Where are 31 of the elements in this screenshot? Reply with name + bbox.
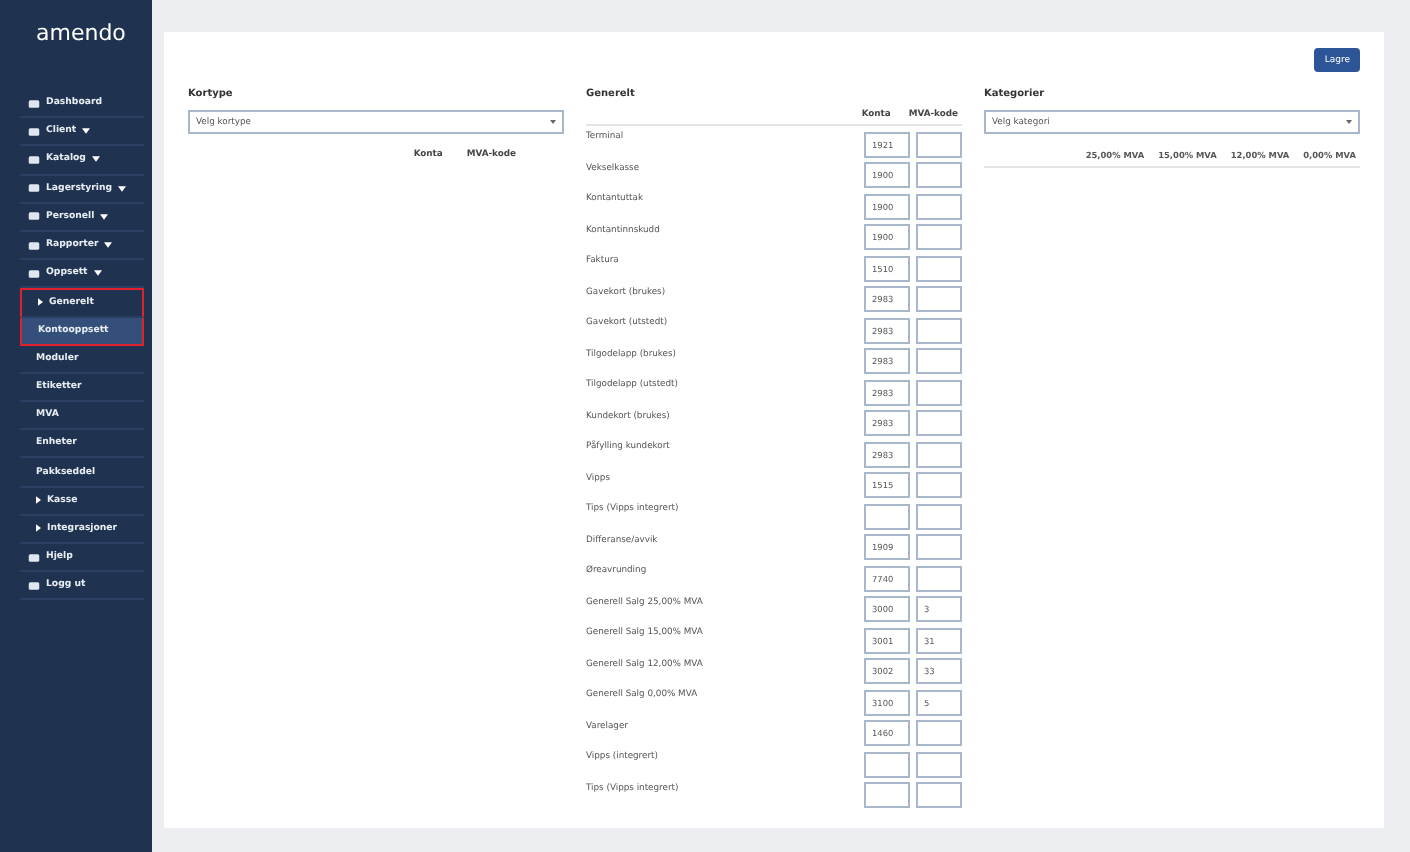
mva-code-input[interactable]: [916, 410, 962, 437]
mva-code-input[interactable]: [916, 131, 962, 158]
logo: amendo: [36, 20, 128, 50]
mva-code-input[interactable]: [916, 782, 962, 809]
dropdown-icon: [91, 156, 100, 163]
dropdown-icon: [118, 185, 127, 192]
dropdown-icon: [100, 213, 109, 220]
caret-icon: [38, 298, 43, 307]
mva-code-input[interactable]: [916, 751, 962, 778]
mva-code-input[interactable]: [916, 162, 962, 189]
mva-code-input[interactable]: [916, 441, 962, 468]
mva-code-input[interactable]: [916, 255, 962, 282]
mva-code-input[interactable]: [916, 379, 962, 406]
caret-icon: [36, 496, 41, 505]
mva-code-input[interactable]: [916, 317, 962, 344]
konta-input[interactable]: [864, 782, 910, 809]
mva-code-input[interactable]: [916, 565, 962, 592]
mva-code-input[interactable]: [916, 286, 962, 313]
mva-code-input[interactable]: [916, 720, 962, 747]
caret-icon: [36, 524, 41, 533]
mva-code-input[interactable]: [916, 472, 962, 499]
dropdown-icon: [82, 128, 91, 135]
dropdown-icon: [104, 242, 113, 249]
mva-code-input[interactable]: [916, 503, 962, 530]
dropdown-icon: [93, 270, 102, 277]
mva-code-input[interactable]: [916, 348, 962, 375]
konta-input[interactable]: [864, 503, 910, 530]
mva-code-input[interactable]: [916, 534, 962, 561]
mva-code-input[interactable]: [916, 193, 962, 220]
mva-code-input[interactable]: [916, 224, 962, 251]
konta-input[interactable]: [864, 751, 910, 778]
